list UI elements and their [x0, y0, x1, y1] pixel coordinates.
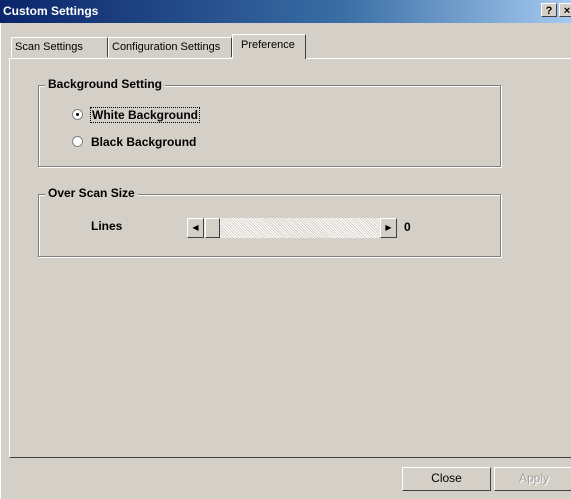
close-button[interactable]: Close: [402, 467, 491, 491]
over-scan-value: 0: [404, 220, 411, 234]
tab-preference[interactable]: Preference: [232, 34, 306, 59]
tab-scan-settings[interactable]: Scan Settings: [11, 37, 108, 57]
white-background-option[interactable]: White Background: [72, 107, 201, 123]
over-scan-lines-slider[interactable]: ◀ ▶: [187, 218, 397, 238]
arrow-left-icon: ◀: [192, 223, 199, 232]
close-window-button[interactable]: ×: [559, 3, 571, 17]
over-scan-size-legend: Over Scan Size: [45, 186, 138, 200]
title-bar: Custom Settings ? ×: [0, 0, 571, 23]
black-background-option[interactable]: Black Background: [72, 135, 196, 149]
scroll-left-button[interactable]: ◀: [187, 218, 204, 238]
background-setting-legend: Background Setting: [45, 77, 166, 91]
arrow-right-icon: ▶: [385, 223, 392, 232]
apply-button[interactable]: Apply: [494, 467, 571, 491]
white-background-label: White Background: [89, 107, 201, 123]
background-setting-group: [38, 85, 501, 167]
slider-thumb[interactable]: [205, 218, 220, 238]
radio-selected-icon[interactable]: [72, 109, 83, 120]
lines-label: Lines: [91, 219, 123, 233]
help-button[interactable]: ?: [541, 3, 557, 17]
scroll-right-button[interactable]: ▶: [380, 218, 397, 238]
tab-configuration-settings[interactable]: Configuration Settings: [108, 37, 232, 57]
window-title: Custom Settings: [3, 4, 99, 18]
window-frame: [0, 23, 1, 499]
radio-unselected-icon[interactable]: [72, 136, 83, 147]
black-background-label: Black Background: [91, 135, 197, 149]
